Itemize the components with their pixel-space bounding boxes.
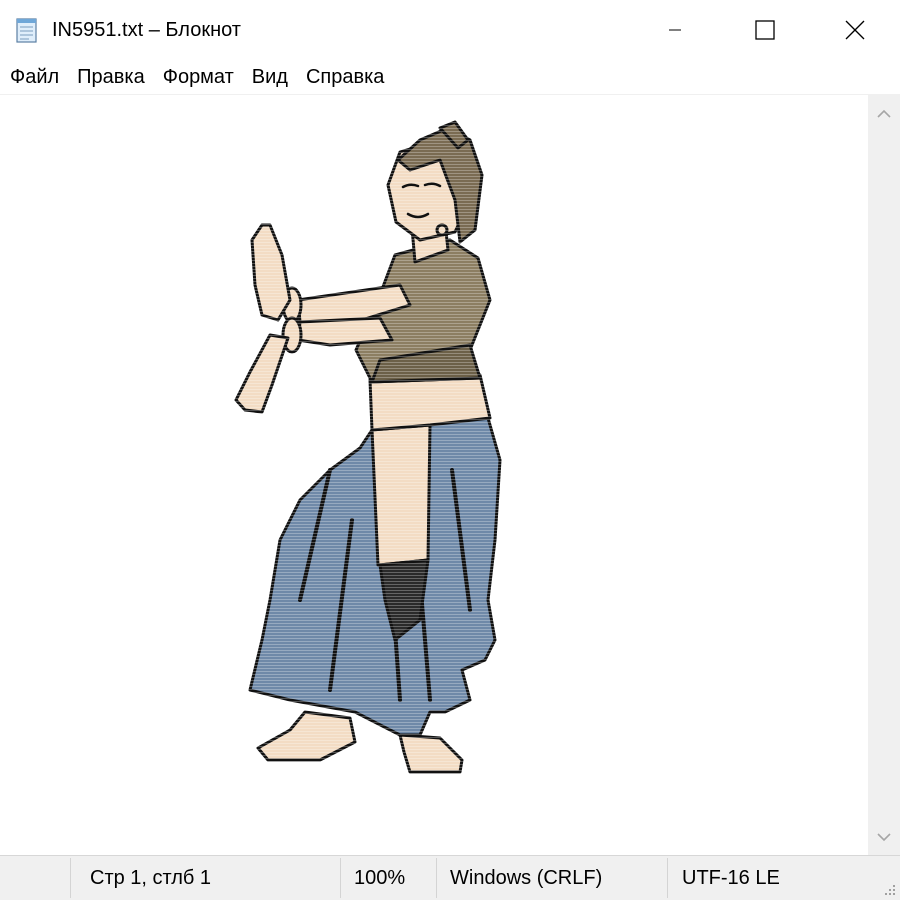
dancer-illustration	[230, 120, 510, 780]
status-bar: Стр 1, стлб 1 100% Windows (CRLF) UTF-16…	[0, 855, 900, 900]
close-icon	[845, 20, 865, 40]
menu-view[interactable]: Вид	[243, 64, 297, 90]
status-divider	[436, 858, 437, 898]
title-bar: IN5951.txt – Блокнот	[0, 0, 900, 60]
menu-file[interactable]: Файл	[0, 64, 68, 90]
maximize-button[interactable]	[720, 0, 810, 60]
close-button[interactable]	[810, 0, 900, 60]
maximize-icon	[755, 20, 775, 40]
scroll-up-button[interactable]	[868, 95, 900, 131]
menu-edit[interactable]: Правка	[68, 64, 154, 90]
vertical-scrollbar[interactable]	[868, 95, 900, 855]
zoom-level: 100%	[354, 866, 406, 889]
resize-grip-icon[interactable]	[881, 881, 897, 897]
window-title: IN5951.txt – Блокнот	[52, 19, 241, 41]
encoding: UTF-16 LE	[682, 866, 780, 889]
notepad-icon	[14, 16, 40, 44]
scroll-down-button[interactable]	[868, 819, 900, 855]
menu-help[interactable]: Справка	[297, 64, 393, 90]
menu-format[interactable]: Формат	[154, 64, 243, 90]
minimize-icon	[669, 29, 681, 31]
minimize-button[interactable]	[630, 0, 720, 60]
status-divider	[340, 858, 341, 898]
menu-bar: Файл Правка Формат Вид Справка	[0, 60, 900, 94]
chevron-down-icon	[877, 832, 891, 841]
cursor-position: Стр 1, стлб 1	[90, 866, 212, 889]
status-divider	[667, 858, 668, 898]
status-divider	[70, 858, 71, 898]
text-editor-area[interactable]	[0, 95, 868, 855]
line-ending: Windows (CRLF)	[450, 866, 603, 889]
chevron-up-icon	[877, 109, 891, 118]
